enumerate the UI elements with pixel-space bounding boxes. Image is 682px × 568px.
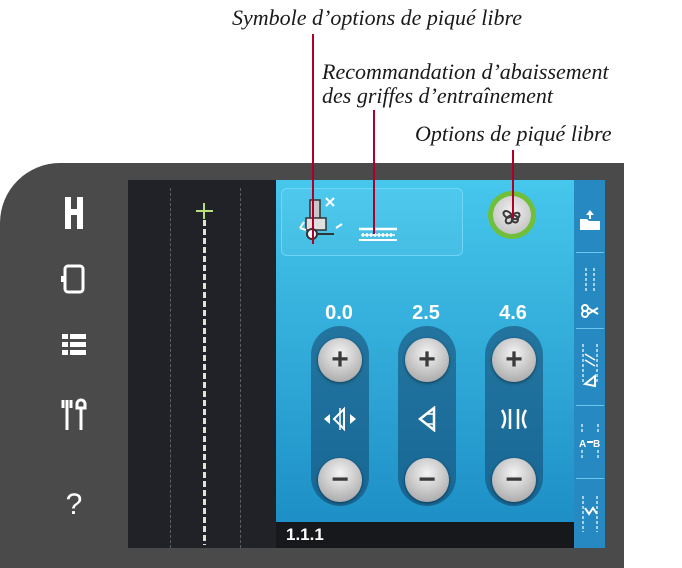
callout-free-motion-symbol: Symbole d’options de piqué libre: [232, 5, 523, 30]
toolbar-divider: [576, 328, 604, 329]
status-bar: 1.1.1: [276, 522, 574, 548]
stitch-length-plus-button[interactable]: +: [405, 338, 449, 382]
toolbar-divider: [576, 405, 604, 406]
stitch-position-plus-button[interactable]: +: [318, 338, 362, 382]
help-icon[interactable]: ?: [20, 485, 128, 525]
stitch-width-plus-button[interactable]: +: [492, 338, 536, 382]
tie-off-icon[interactable]: [577, 338, 603, 398]
stitch-width-value: 4.6: [499, 302, 527, 324]
svg-text:A: A: [579, 439, 586, 450]
callout-free-motion-options: Options de piqué libre: [415, 121, 612, 146]
stitch-length-minus-button[interactable]: −: [405, 458, 449, 502]
ab-sequence-icon[interactable]: AB: [577, 412, 603, 472]
callout-drop-feed: Recommandation d’abaissement des griffes…: [322, 60, 609, 108]
stitch-line: [203, 220, 206, 545]
needle-marker-vertical: [203, 203, 205, 219]
stitch-pattern-icon[interactable]: [577, 484, 603, 544]
stitch-number: 1.1.1: [286, 525, 324, 544]
tools-icon[interactable]: [20, 395, 128, 435]
stitch-preview: [128, 180, 276, 548]
leader-line-options: [512, 150, 514, 218]
stitch-length-value: 2.5: [412, 302, 440, 324]
stitch-length-icon: [407, 404, 447, 434]
toolbar-divider: [576, 478, 604, 479]
menu-grid-icon[interactable]: [20, 325, 128, 365]
folder-icon[interactable]: [577, 190, 603, 250]
stitch-position-icon: [320, 404, 360, 434]
guide-line-left: [170, 188, 171, 548]
presser-foot-icon[interactable]: [20, 193, 128, 233]
guide-line-right: [240, 188, 241, 548]
scissors-icon[interactable]: [577, 262, 603, 322]
sidebar: ?: [20, 185, 128, 555]
drop-feed-icon: [357, 225, 399, 243]
callout-drop-feed-line2: des griffes d’entraînement: [322, 83, 553, 108]
bobbin-icon[interactable]: [20, 259, 128, 299]
stitch-width-minus-button[interactable]: −: [492, 458, 536, 502]
callout-drop-feed-line1: Recommandation d’abaissement: [322, 59, 609, 84]
leader-line-drop-feed: [373, 110, 375, 234]
stitch-position-value: 0.0: [325, 302, 353, 324]
stitch-position-minus-button[interactable]: −: [318, 458, 362, 502]
toolbar-divider: [576, 252, 604, 253]
svg-text:B: B: [593, 439, 600, 450]
free-motion-symbol-icon: [296, 192, 348, 248]
leader-line-symbol: [312, 34, 314, 244]
stitch-width-icon: [494, 404, 534, 434]
